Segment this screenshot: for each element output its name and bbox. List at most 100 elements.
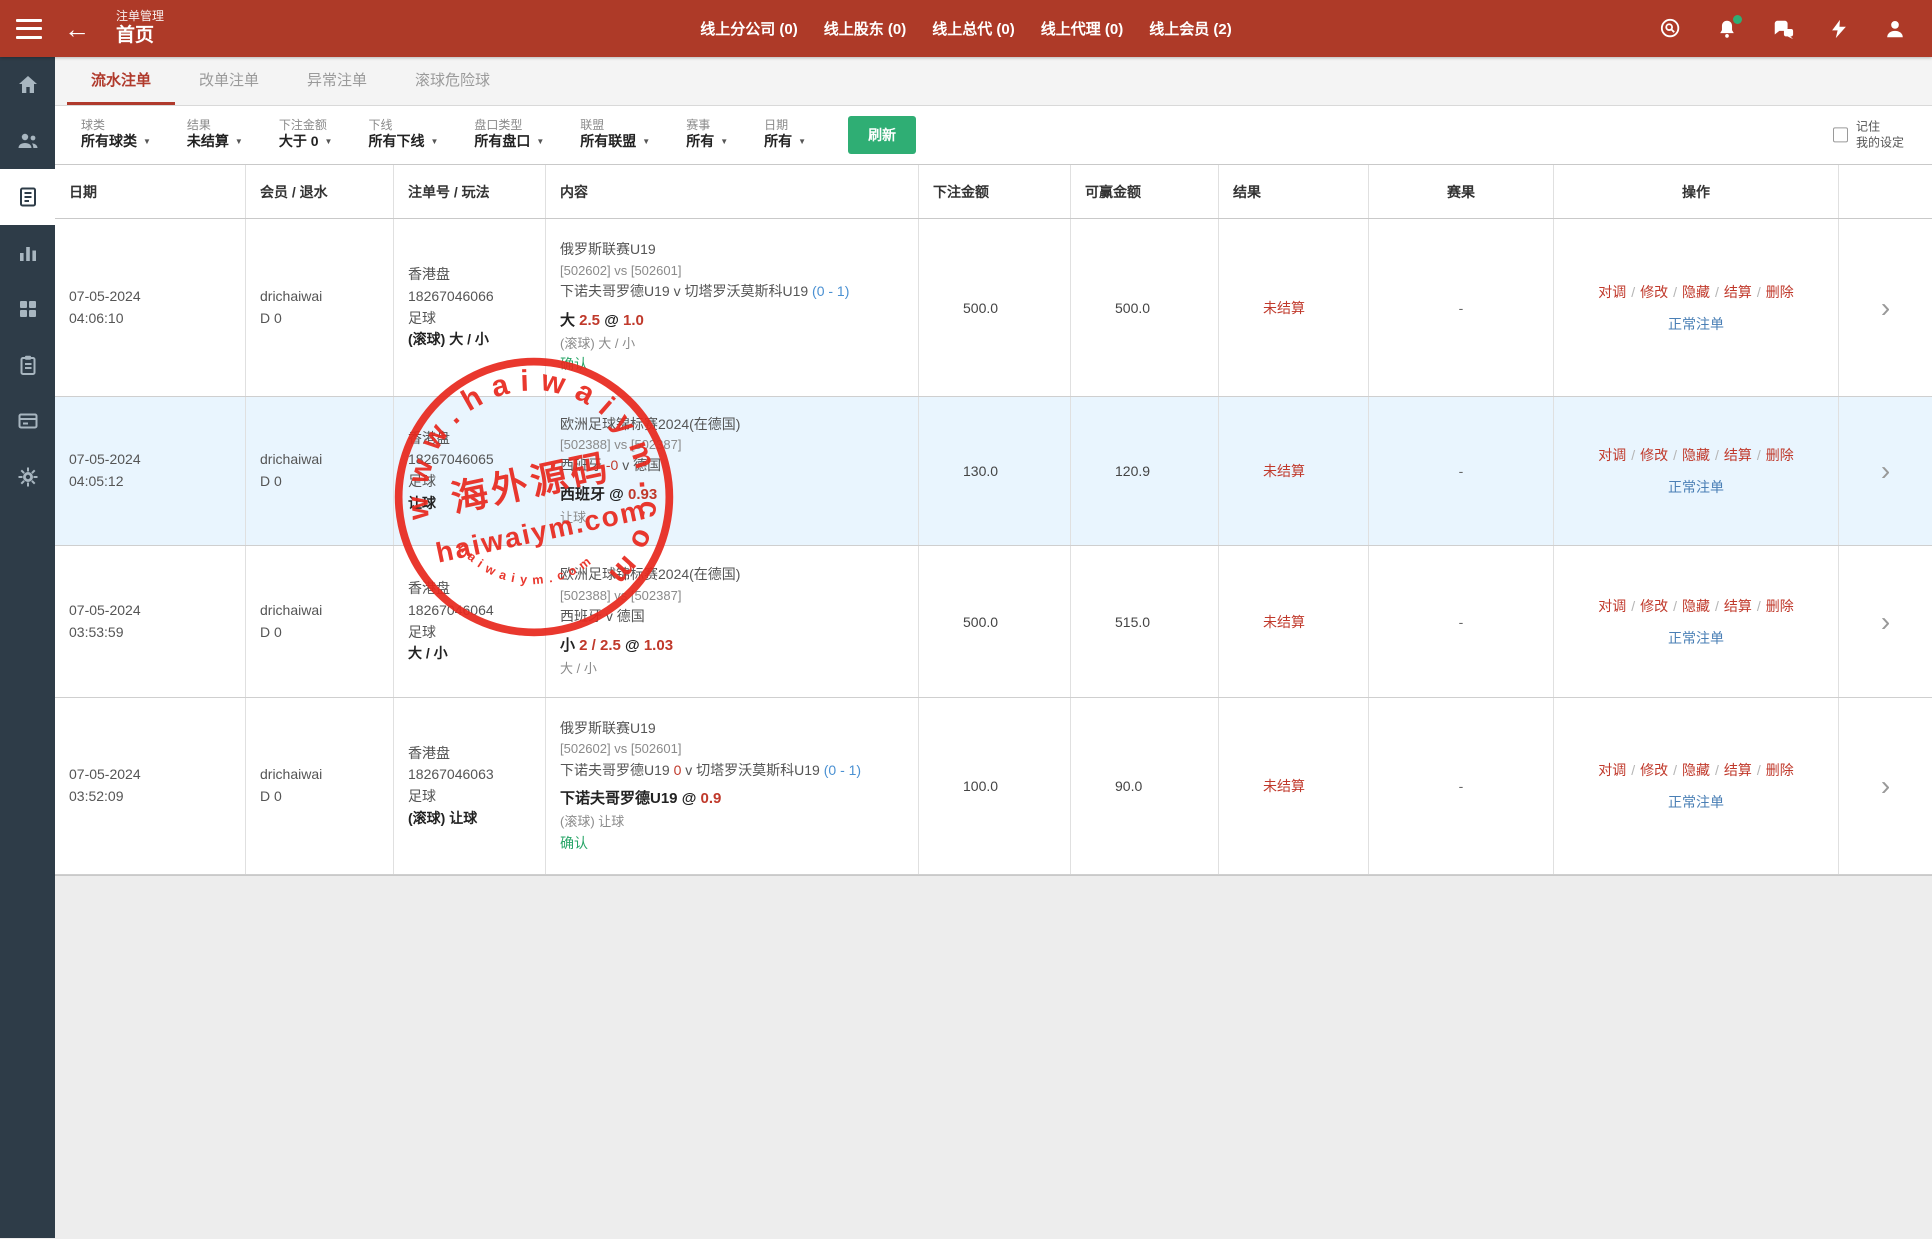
bet-type: (滚球) 大 / 小 bbox=[560, 334, 904, 354]
filter-market-type[interactable]: 盘口类型 所有盘口▼ bbox=[474, 118, 544, 152]
chevron-down-icon: ▼ bbox=[430, 137, 438, 146]
normal-bet-link[interactable]: 正常注单 bbox=[1668, 477, 1724, 497]
sidebar bbox=[0, 57, 55, 1238]
filter-stake-amount[interactable]: 下注金额 大于 0▼ bbox=[279, 118, 333, 152]
match-result: - bbox=[1459, 300, 1464, 316]
filter-date[interactable]: 日期 所有▼ bbox=[764, 118, 806, 152]
notifications-icon[interactable] bbox=[1716, 18, 1738, 40]
match-teams: 西班牙 -0 v 德国 bbox=[560, 455, 904, 477]
nav-online-shareholder[interactable]: 线上股东 (0) bbox=[824, 18, 907, 39]
filter-sport[interactable]: 球类 所有球类▼ bbox=[81, 118, 151, 152]
messages-icon[interactable] bbox=[1772, 18, 1794, 40]
settle-link[interactable]: 结算 bbox=[1724, 762, 1752, 778]
menu-icon[interactable] bbox=[16, 19, 42, 39]
flash-icon[interactable] bbox=[1828, 18, 1850, 40]
normal-bet-link[interactable]: 正常注单 bbox=[1668, 628, 1724, 648]
col-stake: 下注金额 bbox=[919, 165, 1071, 218]
nav-online-agent[interactable]: 线上代理 (0) bbox=[1041, 18, 1124, 39]
bet-time: 04:06:10 bbox=[69, 308, 231, 330]
modify-link[interactable]: 修改 bbox=[1640, 447, 1668, 463]
sport: 足球 bbox=[408, 622, 531, 644]
sidebar-item-orders[interactable] bbox=[0, 169, 55, 225]
play-type: 让球 bbox=[408, 493, 531, 515]
swap-link[interactable]: 对调 bbox=[1598, 598, 1626, 614]
sidebar-item-home[interactable] bbox=[0, 57, 55, 113]
swap-link[interactable]: 对调 bbox=[1598, 762, 1626, 778]
modify-link[interactable]: 修改 bbox=[1640, 284, 1668, 300]
settle-link[interactable]: 结算 bbox=[1724, 447, 1752, 463]
nav-online-member[interactable]: 线上会员 (2) bbox=[1149, 18, 1232, 39]
bet-type: 大 / 小 bbox=[560, 659, 904, 679]
refresh-button[interactable]: 刷新 bbox=[848, 116, 916, 154]
stake-amount: 100.0 bbox=[933, 778, 1056, 794]
tab-modified-bets[interactable]: 改单注单 bbox=[175, 57, 283, 105]
hide-link[interactable]: 隐藏 bbox=[1682, 762, 1710, 778]
sidebar-item-users[interactable] bbox=[0, 113, 55, 169]
nav-online-branch[interactable]: 线上分公司 (0) bbox=[700, 18, 798, 39]
match-teams: 西班牙 v 德国 bbox=[560, 606, 904, 628]
bet-date: 07-05-2024 bbox=[69, 764, 231, 786]
nav-online-master-agent[interactable]: 线上总代 (0) bbox=[932, 18, 1015, 39]
sidebar-item-cards[interactable] bbox=[0, 393, 55, 449]
vs-ids: [502388] vs [502387] bbox=[560, 435, 904, 455]
tab-abnormal-bets[interactable]: 异常注单 bbox=[283, 57, 391, 105]
table-row: 07-05-2024 03:53:59 drichaiwai D 0 香港盘 1… bbox=[55, 546, 1932, 698]
filter-match[interactable]: 赛事 所有▼ bbox=[686, 118, 728, 152]
chevron-right-icon[interactable]: › bbox=[1881, 457, 1890, 485]
delete-link[interactable]: 删除 bbox=[1766, 762, 1794, 778]
vs-ids: [502388] vs [502387] bbox=[560, 586, 904, 606]
table-header-row: 日期 会员 / 退水 注单号 / 玩法 内容 下注金额 可赢金额 结果 赛果 操… bbox=[55, 165, 1932, 219]
tab-live-danger-ball[interactable]: 滚球危险球 bbox=[391, 57, 514, 105]
filter-downline[interactable]: 下线 所有下线▼ bbox=[368, 118, 438, 152]
tab-turnover-bets[interactable]: 流水注单 bbox=[67, 57, 175, 105]
status-badge: 未结算 bbox=[1233, 612, 1354, 632]
swap-link[interactable]: 对调 bbox=[1598, 284, 1626, 300]
win-amount: 120.9 bbox=[1085, 463, 1204, 479]
sidebar-item-settings[interactable] bbox=[0, 449, 55, 505]
sidebar-item-apps[interactable] bbox=[0, 281, 55, 337]
chevron-right-icon[interactable]: › bbox=[1881, 608, 1890, 636]
col-actions: 操作 bbox=[1554, 165, 1839, 218]
chevron-right-icon[interactable]: › bbox=[1881, 294, 1890, 322]
hide-link[interactable]: 隐藏 bbox=[1682, 447, 1710, 463]
top-nav: 线上分公司 (0) 线上股东 (0) 线上总代 (0) 线上代理 (0) 线上会… bbox=[0, 0, 1932, 57]
settle-link[interactable]: 结算 bbox=[1724, 598, 1752, 614]
col-expand bbox=[1839, 165, 1932, 218]
market: 香港盘 bbox=[408, 264, 531, 286]
delete-link[interactable]: 删除 bbox=[1766, 284, 1794, 300]
cards-icon bbox=[16, 409, 40, 433]
settings-icon bbox=[16, 465, 40, 489]
filter-result[interactable]: 结果 未结算▼ bbox=[187, 118, 243, 152]
hide-link[interactable]: 隐藏 bbox=[1682, 284, 1710, 300]
filter-bar: 球类 所有球类▼ 结果 未结算▼ 下注金额 大于 0▼ 下线 所有下线▼ 盘口类… bbox=[55, 106, 1932, 164]
swap-link[interactable]: 对调 bbox=[1598, 447, 1626, 463]
stake-amount: 500.0 bbox=[933, 300, 1056, 316]
sidebar-item-stats[interactable] bbox=[0, 225, 55, 281]
remember-settings-checkbox[interactable] bbox=[1833, 128, 1848, 143]
market: 香港盘 bbox=[408, 428, 531, 450]
empty-area bbox=[55, 876, 1932, 1239]
confirm-link[interactable]: 确认 bbox=[560, 833, 904, 855]
col-win: 可赢金额 bbox=[1071, 165, 1219, 218]
settle-link[interactable]: 结算 bbox=[1724, 284, 1752, 300]
hide-link[interactable]: 隐藏 bbox=[1682, 598, 1710, 614]
normal-bet-link[interactable]: 正常注单 bbox=[1668, 314, 1724, 334]
sidebar-item-report[interactable] bbox=[0, 337, 55, 393]
account-icon[interactable] bbox=[1884, 18, 1906, 40]
delete-link[interactable]: 删除 bbox=[1766, 447, 1794, 463]
search-icon[interactable] bbox=[1660, 18, 1682, 40]
normal-bet-link[interactable]: 正常注单 bbox=[1668, 792, 1724, 812]
vs-ids: [502602] vs [502601] bbox=[560, 739, 904, 759]
confirm-link[interactable]: 确认 bbox=[560, 354, 904, 376]
member-rebate: D 0 bbox=[260, 308, 379, 330]
back-arrow-icon[interactable]: ← bbox=[64, 16, 90, 42]
col-result: 结果 bbox=[1219, 165, 1369, 218]
modify-link[interactable]: 修改 bbox=[1640, 762, 1668, 778]
table-row: 07-05-2024 04:05:12 drichaiwai D 0 香港盘 1… bbox=[55, 397, 1932, 546]
modify-link[interactable]: 修改 bbox=[1640, 598, 1668, 614]
filter-league[interactable]: 联盟 所有联盟▼ bbox=[580, 118, 650, 152]
chevron-right-icon[interactable]: › bbox=[1881, 772, 1890, 800]
delete-link[interactable]: 删除 bbox=[1766, 598, 1794, 614]
win-amount: 515.0 bbox=[1085, 614, 1204, 630]
member-name: drichaiwai bbox=[260, 449, 379, 471]
